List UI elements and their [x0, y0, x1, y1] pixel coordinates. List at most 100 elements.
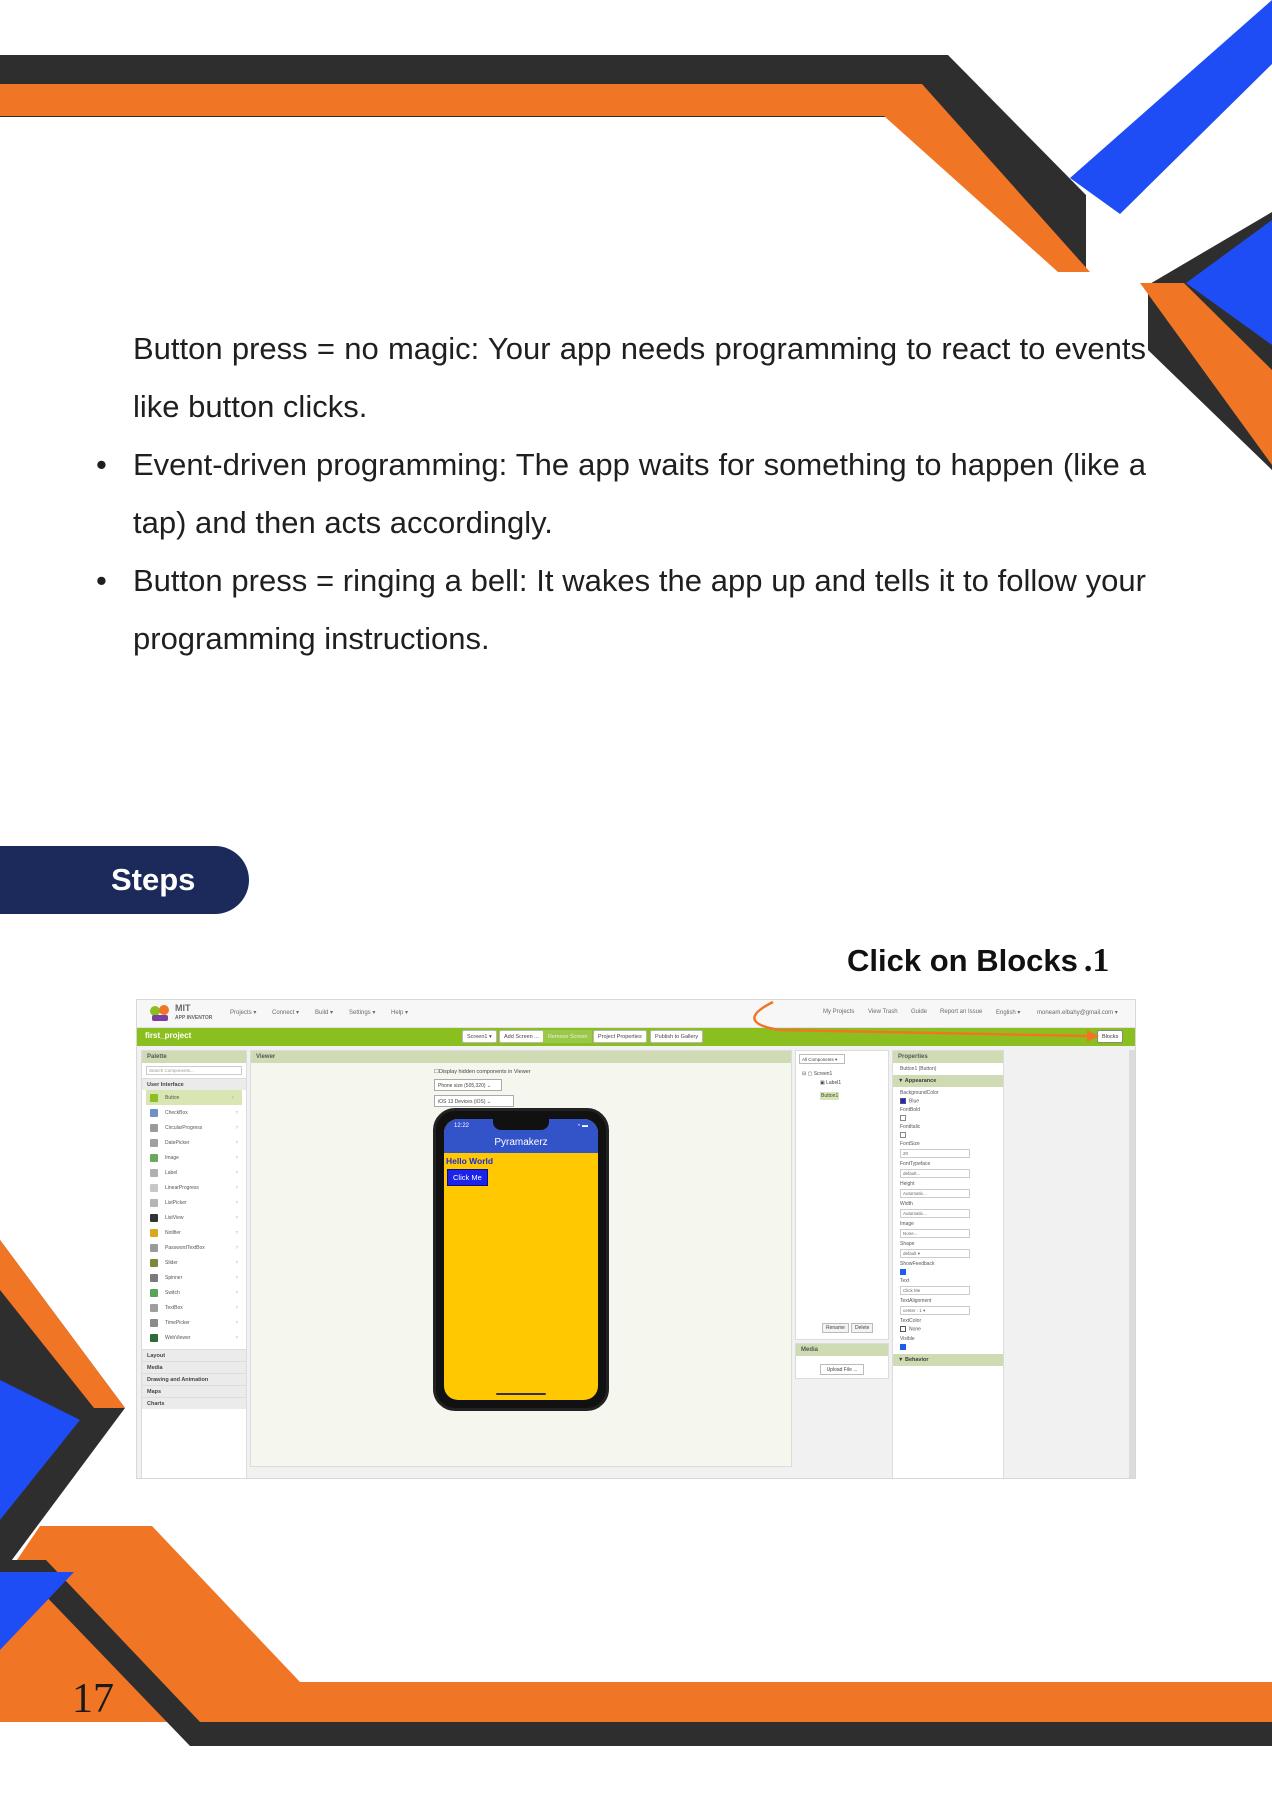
- palette-item-switch[interactable]: Switch?: [142, 1285, 246, 1300]
- palette-item-linearprogress[interactable]: LinearProgress?: [142, 1180, 246, 1195]
- add-screen-button[interactable]: Add Screen ...: [499, 1030, 544, 1043]
- label1-preview[interactable]: Hello World: [446, 1156, 598, 1166]
- menu-help[interactable]: Help ▾: [391, 1009, 408, 1016]
- menu-settings[interactable]: Settings ▾: [349, 1009, 375, 1016]
- rename-button[interactable]: Rename: [822, 1323, 849, 1333]
- help-icon[interactable]: ?: [235, 1305, 238, 1310]
- palette-item-notifier[interactable]: Notifier?: [142, 1225, 246, 1240]
- palette-header: Palette: [142, 1051, 246, 1063]
- property-value-input[interactable]: Automatic...: [900, 1209, 970, 1219]
- property-checkbox[interactable]: [900, 1343, 906, 1350]
- property-value-input[interactable]: Automatic...: [900, 1189, 970, 1199]
- palette-item-slider[interactable]: Slider?: [142, 1255, 246, 1270]
- help-icon[interactable]: ?: [235, 1125, 238, 1130]
- help-icon[interactable]: ?: [235, 1275, 238, 1280]
- upload-file-button[interactable]: Upload File ...: [820, 1364, 864, 1375]
- help-icon[interactable]: ?: [235, 1155, 238, 1160]
- property-fontitalic: FontItalic: [893, 1121, 1003, 1139]
- property-value-input[interactable]: default ▾: [900, 1249, 970, 1259]
- screen-select[interactable]: Screen1 ▾: [462, 1030, 497, 1043]
- property-name: Text: [900, 1278, 910, 1285]
- app-title: Pyramakerz: [494, 1137, 548, 1148]
- help-icon[interactable]: ?: [235, 1215, 238, 1220]
- menu-projects[interactable]: Projects ▾: [230, 1009, 256, 1016]
- property-value-input[interactable]: 20: [900, 1149, 970, 1159]
- property-value-input[interactable]: default...: [900, 1169, 970, 1179]
- remove-screen-button[interactable]: Remove Screen: [543, 1030, 593, 1043]
- phone-notch: [493, 1119, 549, 1130]
- palette-item-circularprogress[interactable]: CircularProgress?: [142, 1120, 246, 1135]
- tree-item-label1[interactable]: ▣ Label1: [796, 1080, 888, 1093]
- property-shape: Shape default ▾: [893, 1238, 1003, 1259]
- property-value-input[interactable]: center : 1 ▾: [900, 1306, 970, 1316]
- components-filter-select[interactable]: All Components ▾: [799, 1054, 845, 1064]
- help-icon[interactable]: ?: [235, 1320, 238, 1325]
- bullet-text: Event-driven programming: The app waits …: [133, 447, 1146, 540]
- bullet: •: [96, 447, 107, 482]
- bullet-text: Button press = ringing a bell: It wakes …: [133, 563, 1146, 656]
- appearance-section[interactable]: ▼ Appearance: [893, 1075, 1003, 1087]
- category-layout[interactable]: Layout: [142, 1349, 246, 1361]
- scrollbar[interactable]: [1129, 1050, 1135, 1478]
- help-icon[interactable]: ?: [235, 1335, 238, 1340]
- help-icon[interactable]: ?: [235, 1230, 238, 1235]
- palette-item-textbox[interactable]: TextBox?: [142, 1300, 246, 1315]
- display-hidden-checkbox[interactable]: ☐Display hidden components in Viewer: [434, 1069, 531, 1075]
- project-properties-button[interactable]: Project Properties: [593, 1030, 647, 1043]
- palette-item-passwordtextbox[interactable]: PasswordTextBox?: [142, 1240, 246, 1255]
- palette-item-webviewer[interactable]: WebViewer?: [142, 1330, 246, 1345]
- category-media[interactable]: Media: [142, 1361, 246, 1373]
- property-name: TextColor: [900, 1318, 922, 1325]
- menu-build[interactable]: Build ▾: [315, 1009, 333, 1016]
- publish-gallery-button[interactable]: Publish to Gallery: [650, 1030, 704, 1043]
- wifi-battery-icon: ◔ ▬: [576, 1123, 588, 1129]
- phone-size-select[interactable]: Phone size (505,320) ⌄: [434, 1079, 502, 1091]
- tree-item-screen1[interactable]: ⊟ ▢ Screen1: [796, 1067, 888, 1080]
- help-icon[interactable]: ?: [235, 1140, 238, 1145]
- phone-screen: 12:22 ◔ ▬ Pyramakerz Hello World Click M…: [444, 1119, 598, 1400]
- property-value-input[interactable]: None...: [900, 1229, 970, 1239]
- category-charts[interactable]: Charts: [142, 1397, 246, 1409]
- components-panel: All Components ▾ ⊟ ▢ Screen1 ▣ Label1 Bu…: [795, 1050, 889, 1340]
- palette-item-listpicker[interactable]: ListPicker?: [142, 1195, 246, 1210]
- palette-item-checkbox[interactable]: CheckBox?: [142, 1105, 246, 1120]
- behavior-section[interactable]: ▼ Behavior: [893, 1353, 1003, 1366]
- category-drawing-and-animation[interactable]: Drawing and Animation: [142, 1373, 246, 1385]
- category-maps[interactable]: Maps: [142, 1385, 246, 1397]
- palette-item-label: Label: [165, 1169, 178, 1176]
- help-icon[interactable]: ?: [235, 1185, 238, 1190]
- property-showfeedback: ShowFeedback: [893, 1258, 1003, 1276]
- palette-item-label[interactable]: Label?: [142, 1165, 246, 1180]
- palette-item-label: Image: [165, 1154, 179, 1161]
- palette-item-image[interactable]: Image?: [142, 1150, 246, 1165]
- help-icon[interactable]: ?: [231, 1095, 234, 1100]
- timepicker-icon: [150, 1318, 158, 1327]
- help-icon[interactable]: ?: [235, 1200, 238, 1205]
- property-name: FontItalic: [900, 1124, 921, 1131]
- palette-item-button[interactable]: Button?: [146, 1090, 242, 1105]
- help-icon[interactable]: ?: [235, 1170, 238, 1175]
- property-name: Image: [900, 1221, 914, 1228]
- palette-search-input[interactable]: Search Components...: [146, 1066, 242, 1075]
- device-select[interactable]: iOS 13 Devices (iOS) ⌄: [434, 1095, 514, 1107]
- category-user-interface[interactable]: User Interface: [142, 1078, 246, 1090]
- tree-item-button1[interactable]: Button1: [796, 1092, 888, 1106]
- property-image: Image None...: [893, 1218, 1003, 1239]
- property-value-input[interactable]: Click Me: [900, 1286, 970, 1296]
- palette-item-timepicker[interactable]: TimePicker?: [142, 1315, 246, 1330]
- palette-item-listview[interactable]: ListView?: [142, 1210, 246, 1225]
- color-swatch-icon: [900, 1326, 906, 1333]
- menu-connect[interactable]: Connect ▾: [272, 1009, 299, 1016]
- palette-item-datepicker[interactable]: DatePicker?: [142, 1135, 246, 1150]
- help-icon[interactable]: ?: [235, 1110, 238, 1115]
- help-icon[interactable]: ?: [235, 1260, 238, 1265]
- properties-panel: Properties Button1 (Button) ▼ Appearance…: [892, 1050, 1004, 1478]
- delete-button[interactable]: Delete: [851, 1323, 874, 1333]
- property-name: Height: [900, 1181, 915, 1188]
- help-icon[interactable]: ?: [235, 1245, 238, 1250]
- help-icon[interactable]: ?: [235, 1290, 238, 1295]
- button1-preview[interactable]: Click Me: [447, 1169, 488, 1186]
- palette-item-label: TimePicker: [165, 1319, 190, 1326]
- palette-item-spinner[interactable]: Spinner?: [142, 1270, 246, 1285]
- bullet-item: • Button press = ringing a bell: It wake…: [96, 552, 1146, 668]
